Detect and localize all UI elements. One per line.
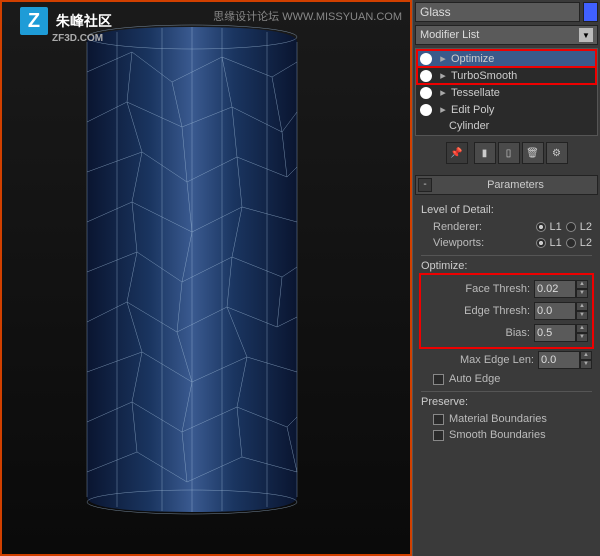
renderer-label: Renderer: (433, 221, 482, 233)
cylinder-mesh (72, 22, 312, 522)
show-end-result-button[interactable]: ▮ (474, 142, 496, 164)
bulb-icon[interactable] (420, 70, 432, 82)
make-unique-button[interactable]: ▯ (498, 142, 520, 164)
spinner-up[interactable]: ▲ (576, 302, 588, 311)
face-thresh-label: Face Thresh: (465, 283, 530, 295)
optimize-label: Optimize: (421, 260, 592, 272)
modifier-stack[interactable]: ▸ Optimize ▸ TurboSmooth ▸ Tessellate ▸ … (415, 48, 598, 136)
l1-label: L1 (550, 221, 562, 233)
max-edge-input[interactable] (538, 351, 580, 369)
auto-edge-label: Auto Edge (449, 373, 500, 385)
dropdown-arrow-icon: ▼ (579, 28, 593, 42)
base-object[interactable]: Cylinder (417, 118, 596, 134)
renderer-l2-radio[interactable] (566, 222, 576, 232)
lod-label: Level of Detail: (421, 204, 592, 216)
logo: Z 朱峰社区 ZF3D.COM (20, 7, 112, 44)
logo-subtext: ZF3D.COM (52, 33, 112, 44)
face-thresh-input[interactable] (534, 280, 576, 298)
max-edge-label: Max Edge Len: (460, 354, 534, 366)
viewports-label: Viewports: (433, 237, 484, 249)
modifier-editpoly[interactable]: ▸ Edit Poly (417, 101, 596, 118)
modifier-list-label: Modifier List (420, 29, 479, 41)
modifier-turbosmooth[interactable]: ▸ TurboSmooth (417, 67, 596, 84)
edge-thresh-label: Edge Thresh: (464, 305, 530, 317)
material-bounds-checkbox[interactable] (433, 414, 444, 425)
preserve-label: Preserve: (421, 396, 592, 408)
edge-thresh-input[interactable] (534, 302, 576, 320)
bulb-icon[interactable] (420, 53, 432, 65)
parameters-rollout: - Parameters Level of Detail: Renderer: … (415, 175, 598, 554)
expand-icon[interactable]: ▸ (438, 86, 448, 99)
bias-label: Bias: (506, 327, 530, 339)
modifier-label: Optimize (451, 53, 494, 65)
l1-label: L1 (550, 237, 562, 249)
bulb-icon[interactable] (420, 87, 432, 99)
rollout-header[interactable]: - Parameters (415, 175, 598, 195)
auto-edge-checkbox[interactable] (433, 374, 444, 385)
configure-sets-button[interactable]: ⚙ (546, 142, 568, 164)
spinner-down[interactable]: ▼ (576, 289, 588, 298)
spinner-down[interactable]: ▼ (576, 333, 588, 342)
modifier-label: TurboSmooth (451, 70, 517, 82)
modifier-label: Tessellate (451, 87, 500, 99)
spinner-up[interactable]: ▲ (580, 351, 592, 360)
spinner-down[interactable]: ▼ (580, 360, 592, 369)
modifier-tessellate[interactable]: ▸ Tessellate (417, 84, 596, 101)
spinner-up[interactable]: ▲ (576, 280, 588, 289)
l2-label: L2 (580, 237, 592, 249)
pin-stack-button[interactable]: 📌 (446, 142, 468, 164)
object-name-input[interactable] (415, 2, 580, 22)
modifier-label: Edit Poly (451, 104, 494, 116)
material-bounds-label: Material Boundaries (449, 413, 547, 425)
object-color-swatch[interactable] (583, 2, 598, 22)
smooth-bounds-label: Smooth Boundaries (449, 429, 546, 441)
expand-icon[interactable]: ▸ (438, 52, 448, 65)
spinner-down[interactable]: ▼ (576, 311, 588, 320)
l2-label: L2 (580, 221, 592, 233)
viewport[interactable]: Z 朱峰社区 ZF3D.COM 思缘设计论坛 WWW.MISSYUAN.COM (0, 0, 412, 556)
base-object-label: Cylinder (449, 120, 489, 132)
remove-modifier-button[interactable]: 🗑 (522, 142, 544, 164)
logo-text: 朱峰社区 (56, 13, 112, 29)
modifier-list-dropdown[interactable]: Modifier List ▼ (415, 25, 598, 45)
bulb-icon[interactable] (420, 104, 432, 116)
optimize-params-highlight: Face Thresh: ▲▼ Edge Thresh: ▲▼ Bias: (421, 275, 592, 347)
bias-input[interactable] (534, 324, 576, 342)
renderer-l1-radio[interactable] (536, 222, 546, 232)
logo-z-icon: Z (20, 7, 48, 35)
viewports-l2-radio[interactable] (566, 238, 576, 248)
command-panel: Modifier List ▼ ▸ Optimize ▸ TurboSmooth… (412, 0, 600, 556)
modifier-optimize[interactable]: ▸ Optimize (417, 50, 596, 67)
spinner-up[interactable]: ▲ (576, 324, 588, 333)
expand-icon[interactable]: ▸ (438, 103, 448, 116)
viewports-l1-radio[interactable] (536, 238, 546, 248)
rollout-title: Parameters (436, 179, 595, 191)
modifier-toolbar: 📌 ▮ ▯ 🗑 ⚙ (415, 139, 598, 167)
smooth-bounds-checkbox[interactable] (433, 430, 444, 441)
expand-icon[interactable]: ▸ (438, 69, 448, 82)
watermark-text: 思缘设计论坛 WWW.MISSYUAN.COM (213, 8, 402, 24)
rollout-toggle-icon[interactable]: - (418, 178, 432, 192)
